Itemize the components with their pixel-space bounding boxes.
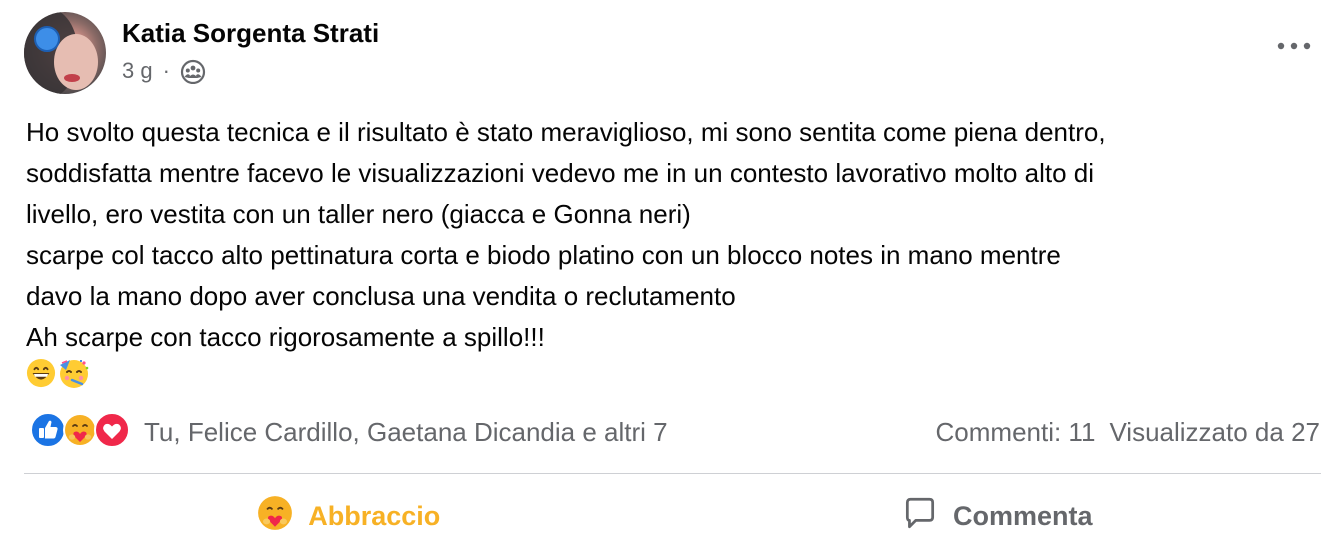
comment-label: Commenta bbox=[952, 500, 1093, 531]
partying-face-icon bbox=[58, 357, 90, 401]
post-text: Ho svolto questa tecnica e il risultato … bbox=[26, 112, 1316, 399]
emoji-line bbox=[26, 358, 1316, 399]
comment-icon bbox=[901, 494, 939, 539]
care-reaction-icon bbox=[256, 494, 294, 539]
post-text-line: soddisfatta mentre facevo le visualizzaz… bbox=[26, 158, 1095, 188]
reactions-summary[interactable]: Tu, Felice Cardillo, Gaetana Dicandia e … bbox=[30, 411, 668, 453]
hug-label: Abbraccio bbox=[308, 500, 441, 531]
post-meta: 3 g · bbox=[122, 58, 206, 85]
post-text-line: livello, ero vestita con un taller nero … bbox=[26, 199, 691, 229]
post-text-line: Ah scarpe con tacco rigorosamente a spil… bbox=[26, 322, 545, 352]
post-text-line: davo la mano dopo aver conclusa una vend… bbox=[26, 281, 736, 311]
hug-reaction-button[interactable]: Abbraccio bbox=[24, 485, 673, 547]
post-actions: Abbraccio Commenta bbox=[24, 485, 1321, 547]
care-reaction-icon bbox=[62, 412, 97, 453]
post-stats: Commenti: 11 Visualizzato da 27 bbox=[936, 412, 1320, 452]
reaction-names[interactable]: Tu, Felice Cardillo, Gaetana Dicandia e … bbox=[144, 417, 668, 448]
divider bbox=[24, 473, 1321, 474]
meta-separator: · bbox=[162, 58, 170, 83]
comments-count[interactable]: Commenti: 11 bbox=[936, 417, 1096, 448]
comment-button[interactable]: Commenta bbox=[673, 485, 1322, 547]
post-text-line: Ho svolto questa tecnica e il risultato … bbox=[26, 117, 1106, 147]
post-text-line: scarpe col tacco alto pettinatura corta … bbox=[26, 240, 1061, 270]
reaction-icons bbox=[30, 411, 130, 453]
love-reaction-icon bbox=[94, 411, 130, 453]
more-horizontal-icon bbox=[1276, 38, 1312, 56]
facebook-post: Katia Sorgenta Strati 3 g · Ho svolto qu… bbox=[0, 0, 1340, 552]
more-options-button[interactable] bbox=[1274, 32, 1314, 62]
views-count[interactable]: Visualizzato da 27 bbox=[1109, 417, 1320, 448]
avatar[interactable] bbox=[24, 12, 106, 94]
author-name[interactable]: Katia Sorgenta Strati bbox=[122, 18, 379, 49]
group-icon[interactable] bbox=[180, 58, 206, 85]
like-reaction-icon bbox=[30, 411, 66, 453]
post-time[interactable]: 3 g bbox=[122, 58, 153, 84]
grinning-face-icon bbox=[26, 358, 56, 400]
